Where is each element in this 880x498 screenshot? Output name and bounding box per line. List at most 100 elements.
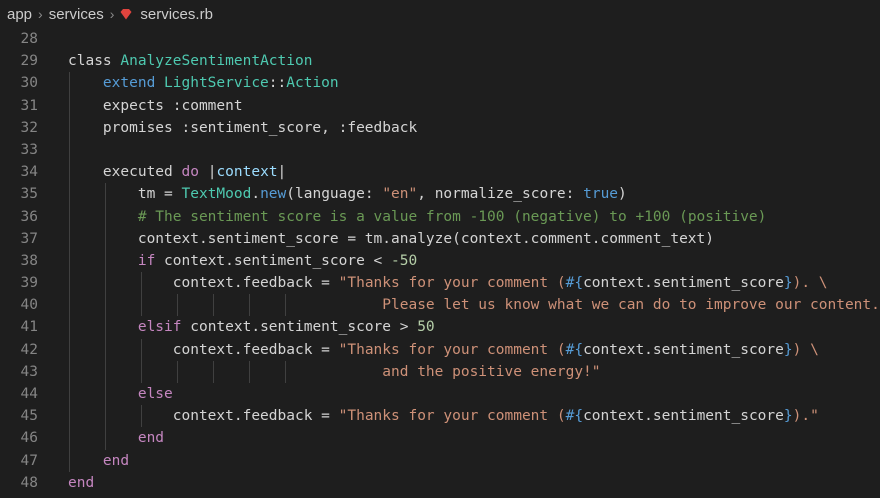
code-line[interactable]: 43 and the positive energy!" — [0, 360, 880, 383]
code-text: promises :sentiment_score, :feedback — [68, 117, 417, 139]
code-token: "Thanks for your comment ( — [338, 341, 566, 358]
code-token: "Thanks for your comment ( — [338, 275, 566, 292]
chevron-right-icon: › — [38, 6, 43, 22]
line-number: 31 — [20, 97, 38, 114]
code-token: TextMood — [181, 186, 252, 203]
code-token: )." — [792, 408, 819, 425]
code-line[interactable]: 44 else — [0, 383, 880, 406]
code-token: class — [68, 53, 121, 70]
code-token: context.sentiment_score — [583, 408, 784, 425]
code-token: context — [216, 164, 278, 181]
code-token: expects :comment — [68, 97, 243, 114]
breadcrumb-folder-app[interactable]: app — [7, 6, 32, 23]
code-token: -50 — [391, 252, 418, 269]
code-line[interactable]: 42 context.feedback = "Thanks for your c… — [0, 338, 880, 361]
code-token: ) \ — [792, 341, 819, 358]
line-number: 32 — [20, 119, 38, 136]
code-token: ). \ — [792, 275, 828, 292]
code-text: # The sentiment score is a value from -1… — [68, 206, 767, 228]
code-token: . — [251, 186, 261, 203]
code-token: } — [783, 408, 793, 425]
line-number: 37 — [20, 230, 38, 247]
line-number: 36 — [20, 208, 38, 225]
code-text: executed do |context| — [68, 161, 286, 183]
code-token: # The sentiment score is a value from -1… — [137, 208, 767, 225]
code-token: #{ — [565, 275, 584, 292]
line-number: 35 — [20, 186, 38, 203]
ruby-file-icon — [120, 9, 132, 20]
code-token: | — [277, 164, 287, 181]
code-token: end — [68, 474, 95, 491]
code-text: elsif context.sentiment_score > 50 — [68, 316, 435, 338]
chevron-right-icon: › — [109, 6, 115, 22]
code-token: context.feedback = — [68, 408, 339, 425]
code-token: context.feedback = — [68, 275, 339, 292]
line-number: 41 — [20, 319, 38, 336]
code-token: } — [783, 275, 793, 292]
code-token: ) — [618, 186, 627, 203]
code-token: | — [198, 164, 217, 181]
code-line[interactable]: 47 end — [0, 449, 880, 472]
code-text: and the positive energy!" — [68, 361, 600, 383]
code-token: new — [260, 186, 287, 203]
breadcrumb-file[interactable]: services.rb — [140, 6, 213, 23]
code-line[interactable]: 37 context.sentiment_score = tm.analyze(… — [0, 227, 880, 250]
code-token: if — [137, 252, 156, 269]
indent-guide — [69, 138, 70, 162]
code-line[interactable]: 31 expects :comment — [0, 94, 880, 117]
code-line[interactable]: 40 Please let us know what we can do to … — [0, 294, 880, 317]
code-token: , normalize_score: — [417, 186, 584, 203]
code-line[interactable]: 45 context.feedback = "Thanks for your c… — [0, 405, 880, 428]
code-token: AnalyzeSentimentAction — [120, 53, 313, 70]
code-line[interactable]: 41 elsif context.sentiment_score > 50 — [0, 316, 880, 339]
code-token: 50 — [417, 319, 435, 336]
code-line[interactable]: 35 tm = TextMood.new(language: "en", nor… — [0, 183, 880, 206]
code-line[interactable]: 29 class AnalyzeSentimentAction — [0, 50, 880, 72]
line-number: 43 — [20, 363, 38, 380]
code-text: expects :comment — [68, 95, 243, 117]
code-token: end — [137, 430, 165, 447]
line-number: 47 — [20, 452, 38, 469]
line-number: 28 — [20, 31, 38, 47]
code-line[interactable]: 38 if context.sentiment_score < -50 — [0, 249, 880, 273]
line-number: 30 — [20, 75, 38, 92]
code-line[interactable]: 46 end — [0, 427, 880, 450]
line-number: 38 — [20, 252, 38, 269]
line-number: 42 — [20, 341, 38, 358]
code-line[interactable]: 33 — [0, 138, 880, 162]
code-line[interactable]: 36 # The sentiment score is a value from… — [0, 205, 880, 228]
code-token: context.sentiment_score < — [155, 252, 392, 269]
code-line[interactable]: 30 extend LightService::Action — [0, 72, 880, 95]
line-number: 39 — [20, 275, 38, 292]
code-token: :: — [268, 75, 287, 92]
code-token: Action — [286, 75, 339, 92]
code-token: } — [783, 341, 793, 358]
code-line[interactable]: 48 end — [0, 472, 880, 494]
code-line[interactable]: 32 promises :sentiment_score, :feedback — [0, 116, 880, 139]
code-line[interactable]: 34 executed do |context| — [0, 161, 880, 184]
code-text: Please let us know what we can do to imp… — [68, 294, 880, 316]
line-number: 44 — [20, 386, 38, 402]
code-token: end — [102, 452, 130, 469]
code-token: else — [137, 386, 173, 402]
code-token: #{ — [565, 408, 584, 425]
code-text: tm = TextMood.new(language: "en", normal… — [68, 183, 627, 205]
line-number: 46 — [20, 430, 38, 447]
breadcrumb-folder-services[interactable]: services — [49, 6, 104, 23]
code-token: promises :sentiment_score, :feedback — [68, 119, 418, 136]
line-number: 33 — [20, 141, 38, 158]
code-editor[interactable]: 28 29 class AnalyzeSentimentAction 30 exten… — [0, 28, 880, 494]
code-token: (language: — [286, 186, 383, 203]
code-token: LightService — [164, 75, 269, 92]
code-text: end — [68, 427, 164, 449]
code-token: extend — [102, 75, 165, 92]
code-line[interactable]: 28 — [0, 28, 880, 50]
code-token: context.sentiment_score > — [181, 319, 418, 336]
code-line[interactable]: 39 context.feedback = "Thanks for your c… — [0, 272, 880, 295]
